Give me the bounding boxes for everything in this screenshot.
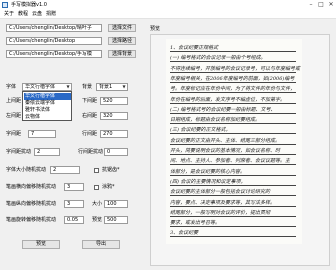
select-background-button[interactable]: 选择背景 — [108, 50, 136, 58]
line-spacing-input[interactable]: 270 — [100, 130, 128, 138]
preview-text-line: 年度编号相关，在2006年度编号的前面，如(2006)编号 — [170, 75, 296, 83]
export-button[interactable]: 导出 — [82, 240, 120, 249]
preview-text-line: (一) 编号格式的会议记录一般由个号组成。 — [170, 55, 296, 63]
preview-text-line: 会议纪要的主体部分一般包括会议讨论研究的 — [170, 189, 296, 197]
preview-text-line: 1、会议纪要正规格式 — [170, 45, 296, 52]
preview-text-line: (二) 编号格式号的会议纪要一般由标题、文号、 — [170, 107, 296, 114]
font-select[interactable]: 华文行楷字体 ▼ — [22, 83, 72, 91]
char-disturb-input[interactable]: 2 — [34, 148, 60, 156]
line-disturb-input[interactable]: 0 — [104, 148, 128, 156]
font-select-value: 华文行楷字体 — [25, 84, 56, 90]
stroke-v-disturb-input[interactable]: 3 — [64, 200, 84, 208]
margin-top-label: 上间距 — [6, 98, 22, 104]
antialias-checkbox[interactable] — [94, 168, 99, 173]
preview-text-line: 内容，要点、决定事项及要求等，其写法多样。 — [170, 200, 296, 207]
close-icon[interactable]: ✕ — [326, 0, 336, 10]
output-path-field[interactable]: C:/Users/chenglin/Desktop — [6, 37, 102, 45]
window-title: 手写模拟器v1.0 — [11, 2, 47, 8]
preview-text-line: 开头，简要说明会议的基本情况，如会议名称、时 — [170, 148, 296, 155]
size-disturb-input[interactable]: 2 — [50, 166, 80, 174]
chevron-down-icon: ▼ — [122, 84, 126, 89]
preview-page: 1、会议纪要正规格式 (一) 编号格式的会议记录一般由个号组成。 不得连续编号，开放… — [166, 39, 302, 244]
margin-right-label: 右间距 — [82, 113, 98, 119]
background-label: 背景 — [82, 84, 93, 90]
antialias-label: 抗锯齿* — [102, 167, 120, 173]
title-bar: 手写模拟器v1.0 – □ ✕ — [0, 0, 336, 10]
margin-bottom-label: 下间距 — [82, 98, 98, 104]
maximize-icon[interactable]: □ — [316, 0, 326, 10]
preview-button[interactable]: 预览 — [22, 240, 60, 249]
char-disturb-label: 字间距扰动 — [6, 149, 32, 155]
preview-text-line: 结尾部分，一般写明对会议的评价，提出贯彻 — [170, 210, 296, 217]
preview-text-line: 要求，或发出号召等。 — [170, 220, 296, 228]
preview-label: 预览 — [150, 26, 161, 32]
char-spacing-label: 字间距 — [6, 131, 22, 137]
size-label: 大小 — [92, 201, 103, 207]
preview-text-line: (三) 会议纪要的正文格式， — [170, 127, 296, 135]
margin-right-input[interactable]: 320 — [100, 112, 128, 120]
size-disturb-label: 字体大小随机扰动 — [6, 167, 47, 173]
stroke-v-disturb-label: 笔画纵向偏移随机扰动 — [6, 201, 57, 207]
size-input[interactable]: 100 — [104, 200, 128, 208]
select-path-button[interactable]: 选择路径 — [108, 37, 136, 45]
background-path-field[interactable]: C:/Users/chenglin/Desktop/手写模 — [6, 50, 102, 58]
stroke-rot-disturb-label: 笔画旋转偏移随机扰动 — [6, 217, 57, 223]
char-spacing-input[interactable]: 7 — [28, 130, 56, 138]
font-option[interactable]: 雅轩书法体 — [24, 107, 71, 114]
menu-cloud[interactable]: 云盘 — [31, 10, 43, 19]
background-select[interactable]: 背景1 ▼ — [96, 83, 128, 91]
preview-text-line: 体部分，是会议纪要的核心内容。 — [170, 169, 296, 176]
chevron-down-icon: ▼ — [66, 84, 70, 89]
preview-text-line: 日期组成，标题由会议名称加纪要组成。 — [170, 117, 296, 125]
preview-text-line: 会议纪要的正文由开头、主体、结尾三部分组成。 — [170, 138, 296, 145]
preview-text-line: 不得连续编号，开放编号的会议记录号，可以与年度编号或 — [170, 65, 301, 73]
stroke-rot-disturb-input[interactable]: 0.05 — [64, 216, 84, 224]
preview-text-line: 年份在编号的后面，发文序号不编虚位，不加第字。 — [170, 97, 296, 104]
dpi-label: 预览 — [92, 217, 103, 223]
preview-text-line: (四) 会议的主要情况和议定事项， — [170, 179, 296, 186]
stroke-h-disturb-label: 笔画横向偏移随机扰动 — [6, 184, 57, 190]
background-select-value: 背景1 — [99, 84, 113, 90]
menu-tutorial[interactable]: 教程 — [17, 10, 29, 19]
dpi-input[interactable]: 500 — [104, 216, 128, 224]
stroke-h-disturb-input[interactable]: 3 — [64, 183, 84, 191]
file-path-field[interactable]: C:/Users/chenglin/Desktop/晴叶子 — [6, 24, 102, 32]
preview-text-line: 间、地点、主持人、参加者、列席者、会议议题等。主 — [170, 158, 296, 166]
select-file-button[interactable]: 选择文件 — [108, 24, 136, 32]
strikethrough-label: 涂鸦* — [102, 184, 115, 190]
menu-about[interactable]: 关于 — [3, 10, 15, 19]
font-option[interactable]: 秦侬云端字体 — [24, 100, 71, 107]
line-spacing-label: 行间距 — [82, 131, 98, 137]
minimize-icon[interactable]: – — [306, 0, 316, 10]
menu-donate[interactable]: 捐赠 — [45, 10, 57, 19]
app-icon — [2, 2, 8, 8]
font-label: 字体 — [6, 84, 17, 90]
font-option[interactable]: 华文行楷字体 — [24, 93, 71, 100]
margin-left-label: 左间距 — [6, 113, 22, 119]
margin-bottom-input[interactable]: 520 — [100, 97, 128, 105]
font-dropdown: 华文行楷字体 秦侬云端字体 雅轩书法体 云物体 — [22, 91, 72, 121]
menu-bar: 关于 教程 云盘 捐赠 — [0, 10, 336, 19]
preview-text-line: 号。年度标记应在年份中间，为了将文件的年份与文件， — [170, 86, 296, 94]
strikethrough-checkbox[interactable] — [94, 185, 99, 190]
line-disturb-label: 行间距扰动 — [78, 149, 104, 155]
font-option[interactable]: 云物体 — [24, 114, 71, 121]
preview-text-line: 3、会议纪要 — [170, 230, 296, 238]
